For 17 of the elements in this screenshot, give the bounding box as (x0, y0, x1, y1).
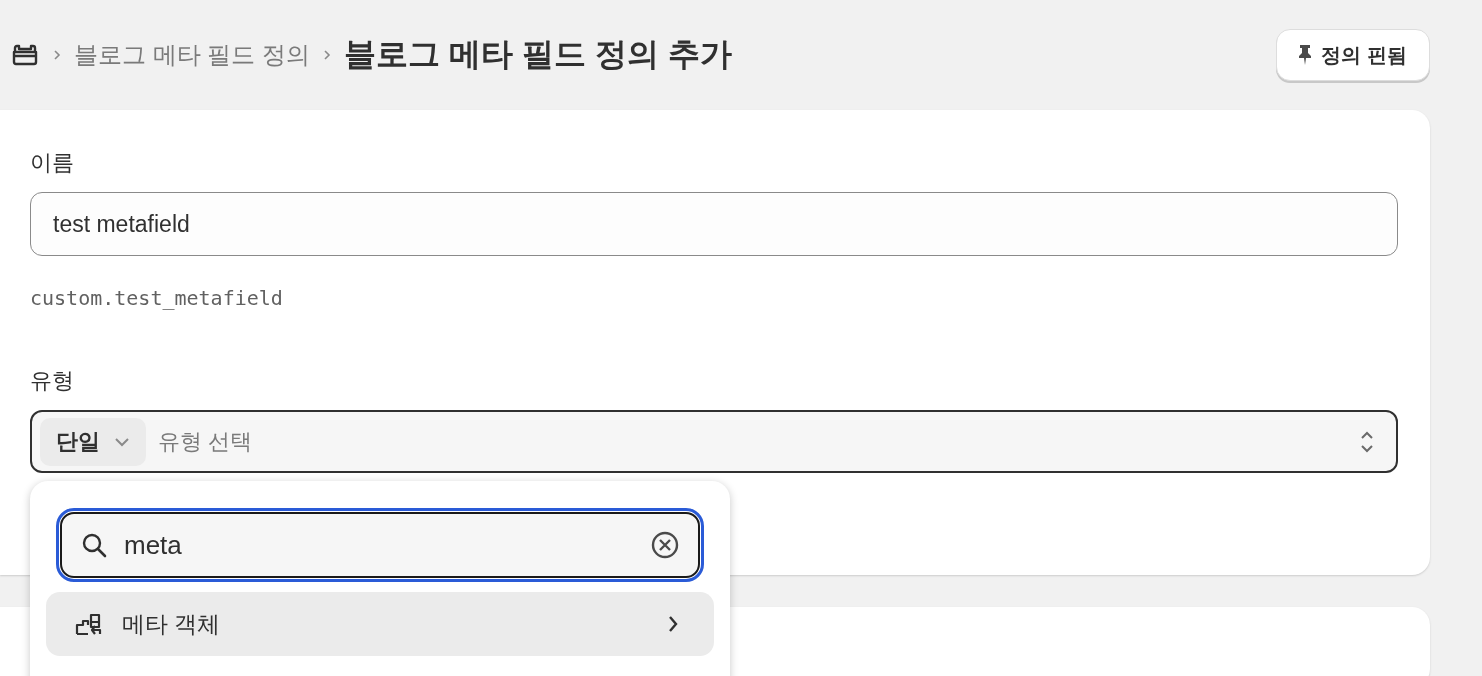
type-select[interactable]: 단일 유형 선택 (30, 410, 1398, 473)
namespace-key: custom.test_metafield (30, 286, 283, 310)
pin-button[interactable]: 정의 핀됨 (1276, 29, 1430, 81)
store-icon[interactable] (10, 43, 40, 67)
cardinality-dropdown[interactable]: 단일 (40, 417, 146, 466)
field-label: 유형 (30, 367, 74, 395)
name-input[interactable]: test metafield (30, 192, 1398, 256)
field-label: 이름 (30, 149, 74, 177)
clear-icon[interactable] (650, 530, 680, 560)
type-option[interactable]: 메타 객체 (46, 592, 714, 656)
breadcrumb-link[interactable]: 블로그 메타 필드 정의 (74, 39, 310, 71)
search-icon (80, 531, 108, 559)
type-placeholder: 유형 선택 (158, 427, 254, 456)
chevron-right-icon (322, 48, 332, 62)
page-title: 블로그 메타 필드 정의 추가 (344, 35, 732, 74)
chevron-down-icon (114, 436, 130, 447)
chevron-right-icon (52, 48, 62, 62)
